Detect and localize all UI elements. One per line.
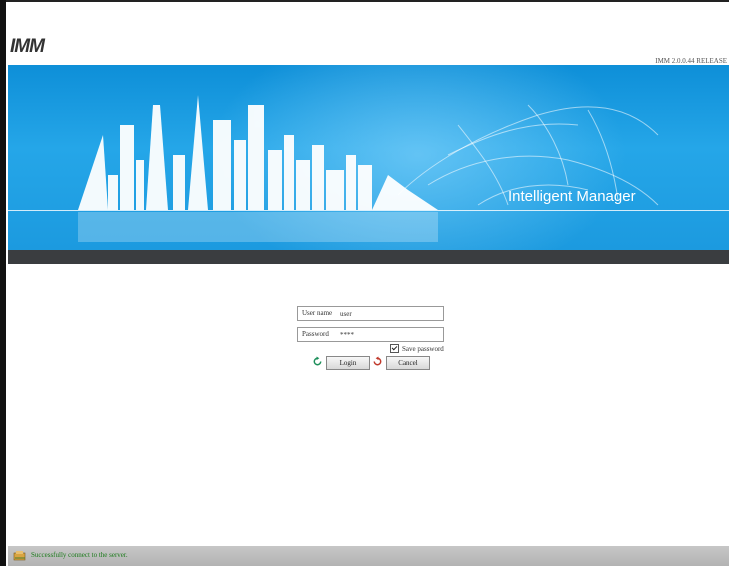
username-input[interactable]	[340, 307, 438, 320]
reset-icon	[373, 356, 382, 366]
status-message: Successfully connect to the server.	[31, 551, 128, 559]
version-label: IMM 2.0.0.44 RELEASE	[655, 57, 727, 65]
banner-horizon-line	[8, 210, 729, 211]
username-field: User name	[297, 306, 444, 321]
header-banner: Intelligent Manager	[8, 65, 729, 250]
password-label: Password	[302, 330, 329, 338]
window-left-border	[0, 0, 6, 566]
password-input[interactable]	[340, 328, 438, 341]
imm-logo: IMM	[10, 36, 45, 57]
refresh-icon	[313, 356, 322, 366]
banner-title: Intelligent Manager	[508, 188, 636, 205]
city-skyline-illustration	[78, 95, 659, 242]
status-bar: Successfully connect to the server.	[8, 546, 729, 566]
save-password-label: Save password	[402, 344, 444, 353]
header-dark-bar	[8, 250, 729, 264]
username-label: User name	[302, 309, 333, 317]
save-password-option[interactable]: Save password	[390, 344, 444, 353]
cancel-button[interactable]: Cancel	[386, 356, 430, 370]
login-button[interactable]: Login	[326, 356, 370, 370]
window-top-border	[0, 0, 729, 2]
connection-icon	[13, 551, 26, 561]
password-field: Password	[297, 327, 444, 342]
save-password-checkbox[interactable]	[390, 344, 399, 353]
